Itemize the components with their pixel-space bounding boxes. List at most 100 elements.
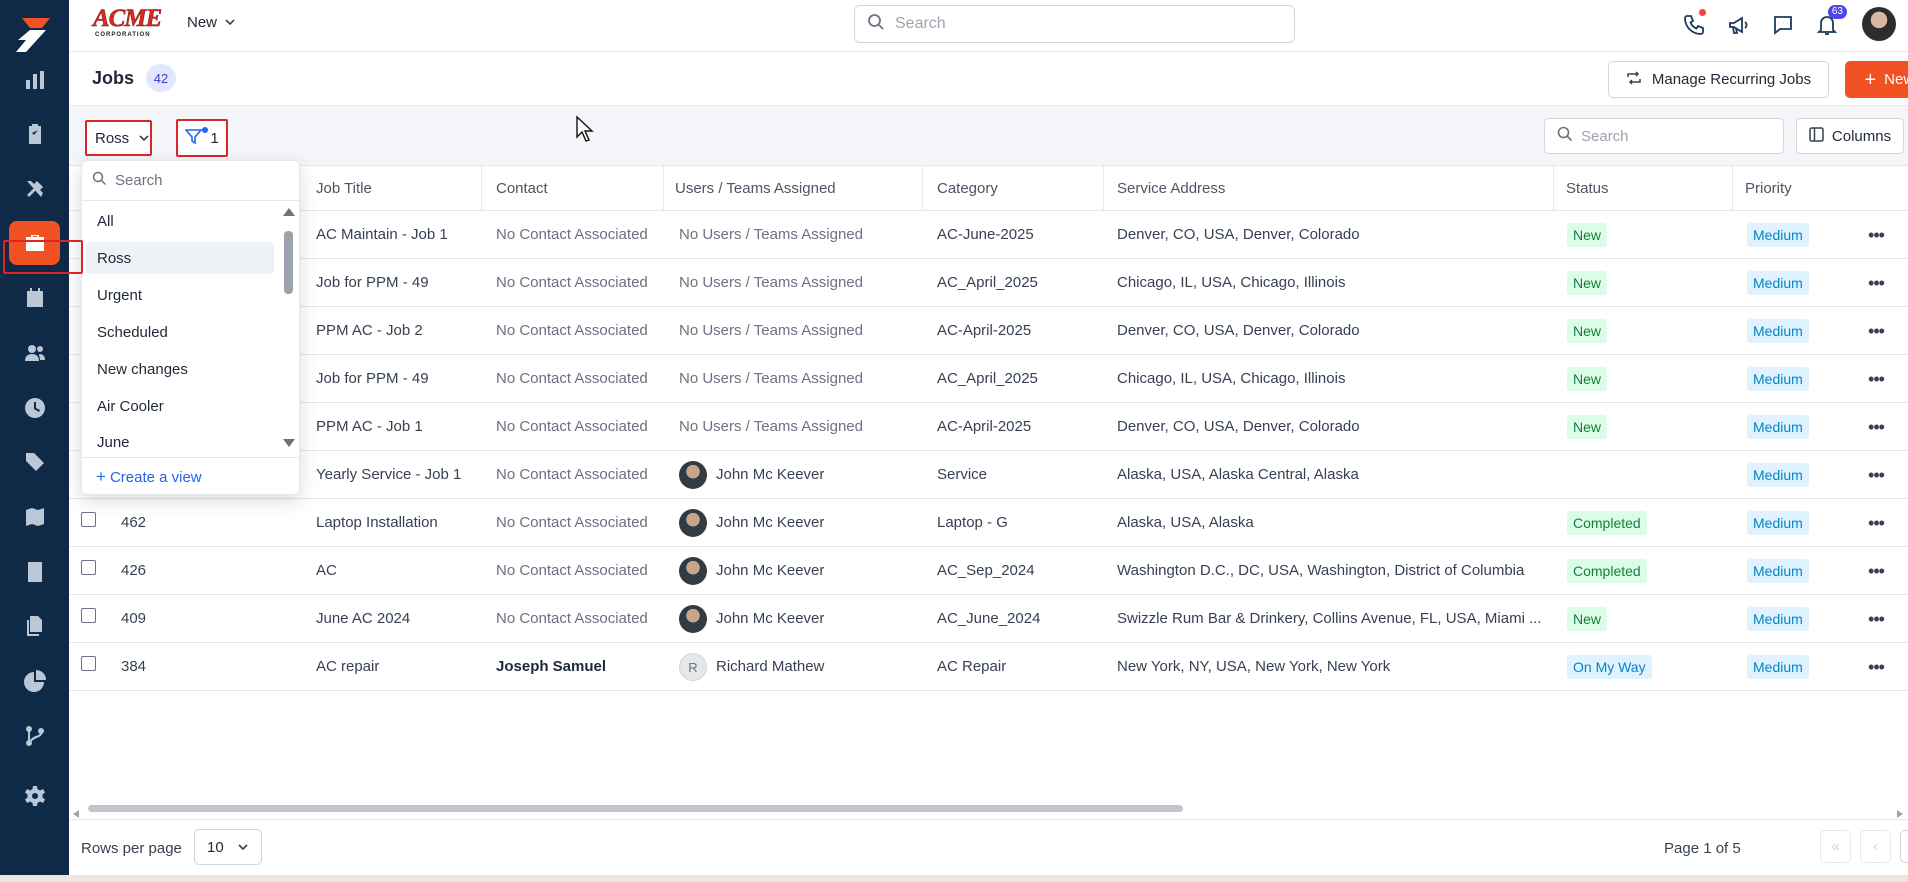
row-checkbox[interactable] <box>81 512 96 527</box>
table-row[interactable]: PPM AC - Job 1 No Contact Associated No Us… <box>69 403 1908 451</box>
table-row[interactable]: 426 AC No Contact Associated John Mc Keever… <box>69 547 1908 595</box>
view-option[interactable]: All <box>86 205 274 237</box>
more-options-icon[interactable]: ••• <box>1864 655 1888 679</box>
bell-icon[interactable]: 63 <box>1813 5 1847 39</box>
table-search[interactable] <box>1544 118 1784 154</box>
view-option[interactable]: Air Cooler <box>86 390 274 422</box>
row-checkbox[interactable] <box>81 560 96 575</box>
sidebar-item-bar-chart[interactable] <box>9 58 60 102</box>
chevron-down-icon <box>139 130 149 147</box>
table-row[interactable]: Yearly Service - Job 1 No Contact Associa… <box>69 451 1908 499</box>
table-row[interactable]: Job for PPM - 49 No Contact Associated No … <box>69 355 1908 403</box>
job-title[interactable]: AC repair <box>316 658 379 675</box>
sidebar-item-clipboard[interactable] <box>9 112 60 156</box>
job-assigned: John Mc Keever <box>716 562 825 579</box>
more-options-icon[interactable]: ••• <box>1864 367 1888 391</box>
job-id[interactable]: 409 <box>121 610 146 627</box>
more-options-icon[interactable]: ••• <box>1864 319 1888 343</box>
job-title[interactable]: PPM AC - Job 2 <box>316 322 423 339</box>
phone-icon[interactable] <box>1680 9 1708 39</box>
view-option[interactable]: Ross <box>86 242 274 274</box>
job-contact: No Contact Associated <box>496 514 648 531</box>
view-option[interactable]: New changes <box>86 353 274 385</box>
table-row[interactable]: Job for PPM - 49 No Contact Associated No … <box>69 259 1908 307</box>
more-options-icon[interactable]: ••• <box>1864 463 1888 487</box>
app-logo-icon[interactable] <box>12 14 54 56</box>
new-job-button[interactable]: + New Job <box>1845 61 1908 98</box>
column-header-priority[interactable]: Priority <box>1745 180 1792 197</box>
global-search-input[interactable] <box>895 15 1275 33</box>
more-options-icon[interactable]: ••• <box>1864 607 1888 631</box>
sidebar-item-map[interactable] <box>9 495 60 539</box>
job-title[interactable]: Yearly Service - Job 1 <box>316 466 461 483</box>
job-title[interactable]: AC Maintain - Job 1 <box>316 226 448 243</box>
horizontal-scroll-thumb[interactable] <box>88 805 1183 812</box>
sidebar-item-documents[interactable] <box>9 604 60 648</box>
sidebar-item-users[interactable] <box>9 331 60 375</box>
view-search-input[interactable] <box>115 172 285 189</box>
megaphone-icon[interactable] <box>1725 11 1753 39</box>
plus-icon: + <box>1864 68 1877 91</box>
priority-badge: Medium <box>1747 415 1809 439</box>
create-view-button[interactable]: + Create a view <box>82 457 301 496</box>
more-options-icon[interactable]: ••• <box>1864 511 1888 535</box>
job-title[interactable]: Job for PPM - 49 <box>316 370 429 387</box>
sidebar-item-tools[interactable] <box>9 167 60 211</box>
sidebar-item-calendar[interactable] <box>9 276 60 320</box>
next-page-button[interactable]: › <box>1900 830 1908 863</box>
more-options-icon[interactable]: ••• <box>1864 559 1888 583</box>
sidebar-item-clock[interactable] <box>9 386 60 430</box>
columns-button[interactable]: Columns <box>1796 118 1904 154</box>
column-header-category[interactable]: Category <box>937 180 998 197</box>
priority-badge: Medium <box>1747 463 1809 487</box>
table-row[interactable]: PPM AC - Job 2 No Contact Associated No Us… <box>69 307 1908 355</box>
sidebar-item-settings[interactable] <box>9 774 60 818</box>
job-title[interactable]: AC <box>316 562 337 579</box>
new-menu-button[interactable]: New <box>187 14 235 31</box>
column-header-service-address[interactable]: Service Address <box>1117 180 1225 197</box>
column-header-contact[interactable]: Contact <box>496 180 548 197</box>
table-search-input[interactable] <box>1581 127 1771 145</box>
job-id[interactable]: 462 <box>121 514 146 531</box>
global-search[interactable] <box>854 5 1295 43</box>
column-header-assigned[interactable]: Users / Teams Assigned <box>675 180 836 197</box>
columns-label: Columns <box>1831 127 1892 145</box>
table-row[interactable]: 462 Laptop Installation No Contact Associa… <box>69 499 1908 547</box>
view-dropdown-scroll-thumb[interactable] <box>284 231 293 294</box>
filter-button[interactable]: 1 <box>176 119 228 157</box>
table-row[interactable]: AC Maintain - Job 1 No Contact Associated… <box>69 211 1908 259</box>
row-checkbox[interactable] <box>81 608 96 623</box>
previous-page-button[interactable]: ‹ <box>1860 830 1891 863</box>
view-search[interactable] <box>82 161 301 201</box>
sidebar-item-calculator[interactable] <box>9 550 60 594</box>
row-checkbox[interactable] <box>81 656 96 671</box>
sidebar-item-workflow[interactable] <box>9 714 60 758</box>
job-id[interactable]: 426 <box>121 562 146 579</box>
job-id[interactable]: 384 <box>121 658 146 675</box>
job-title[interactable]: Laptop Installation <box>316 514 438 531</box>
table-row[interactable]: 384 AC repair Joseph Samuel R Richard Mathew… <box>69 643 1908 691</box>
view-selector[interactable]: Ross <box>85 120 152 156</box>
column-header-status[interactable]: Status <box>1566 180 1609 197</box>
brand-logo[interactable]: ACME CORPORATION <box>93 5 163 40</box>
more-options-icon[interactable]: ••• <box>1864 271 1888 295</box>
sidebar-item-pie-chart[interactable] <box>9 659 60 703</box>
table-row[interactable]: 409 June AC 2024 No Contact Associated John… <box>69 595 1908 643</box>
column-header-job-title[interactable]: Job Title <box>316 180 372 197</box>
manage-recurring-jobs-button[interactable]: Manage Recurring Jobs <box>1608 61 1829 98</box>
user-avatar[interactable] <box>1862 7 1896 41</box>
view-option[interactable]: Urgent <box>86 279 274 311</box>
sidebar-item-briefcase[interactable] <box>9 221 60 265</box>
sidebar-item-tag[interactable] <box>9 440 60 484</box>
job-assigned: No Users / Teams Assigned <box>679 418 863 435</box>
more-options-icon[interactable]: ••• <box>1864 415 1888 439</box>
rows-per-page-select[interactable]: 10 <box>194 829 262 865</box>
view-option[interactable]: Scheduled <box>86 316 274 348</box>
job-title[interactable]: June AC 2024 <box>316 610 410 627</box>
job-title[interactable]: Job for PPM - 49 <box>316 274 429 291</box>
chat-icon[interactable] <box>1769 11 1797 39</box>
more-options-icon[interactable]: ••• <box>1864 223 1888 247</box>
job-title[interactable]: PPM AC - Job 1 <box>316 418 423 435</box>
first-page-button[interactable]: « <box>1820 830 1851 863</box>
view-option[interactable]: June <box>86 426 274 458</box>
